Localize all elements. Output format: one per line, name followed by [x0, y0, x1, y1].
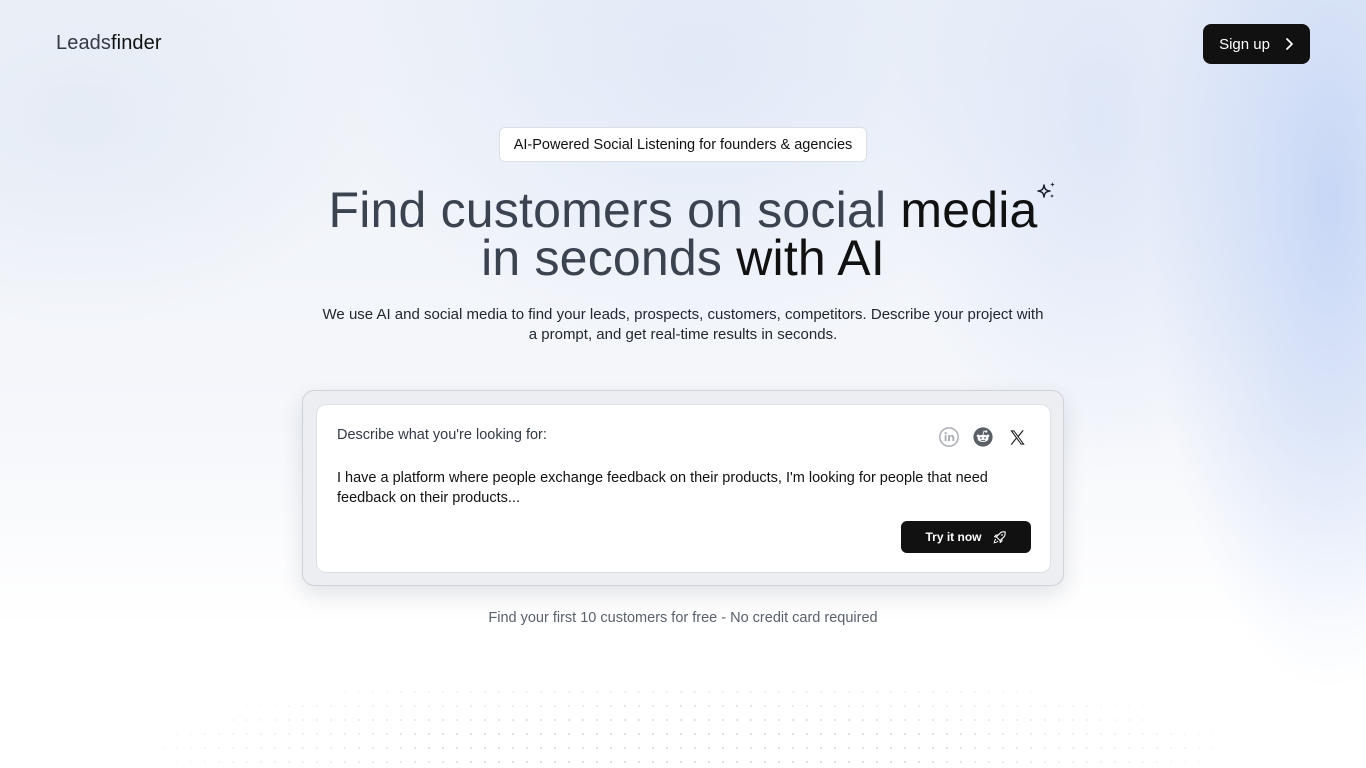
signup-button[interactable]: Sign up	[1203, 24, 1310, 64]
landing-page: Leadsfinder Sign up AI-Powered Social Li…	[0, 0, 1366, 768]
chevron-right-icon	[1286, 38, 1293, 50]
headline-line-2: in seconds with AI	[0, 233, 1366, 283]
platform-icons	[937, 425, 1029, 449]
sparkles-icon	[1037, 182, 1055, 198]
prompt-card: Describe what you're looking for: I have…	[302, 390, 1064, 586]
tagline-badge: AI-Powered Social Listening for founders…	[499, 127, 867, 162]
logo-part-finder: finder	[111, 32, 162, 54]
prompt-textarea[interactable]: I have a platform where people exchange …	[337, 468, 1027, 508]
dot-pattern-decoration	[100, 685, 1280, 768]
logo[interactable]: Leadsfinder	[56, 32, 162, 55]
rocket-icon	[993, 530, 1006, 543]
reddit-icon[interactable]	[971, 425, 995, 449]
prompt-label: Describe what you're looking for:	[337, 427, 547, 443]
hero-subtitle: We use AI and social media to find your …	[322, 306, 1044, 343]
try-it-now-button[interactable]: Try it now	[901, 521, 1031, 553]
free-trial-note: Find your first 10 customers for free - …	[488, 610, 878, 626]
logo-part-leads: Leads	[56, 32, 111, 54]
headline-line-2-dark: with AI	[736, 230, 885, 286]
x-icon[interactable]	[1005, 425, 1029, 449]
try-it-now-label: Try it now	[925, 530, 982, 544]
headline-line-1-dark: media	[900, 182, 1038, 238]
signup-button-label: Sign up	[1219, 35, 1270, 53]
linkedin-icon[interactable]	[937, 425, 961, 449]
headline-line-2-muted: in seconds	[481, 230, 737, 286]
headline-line-1: Find customers on social media	[0, 185, 1366, 235]
prompt-card-inner: Describe what you're looking for: I have…	[316, 404, 1051, 573]
